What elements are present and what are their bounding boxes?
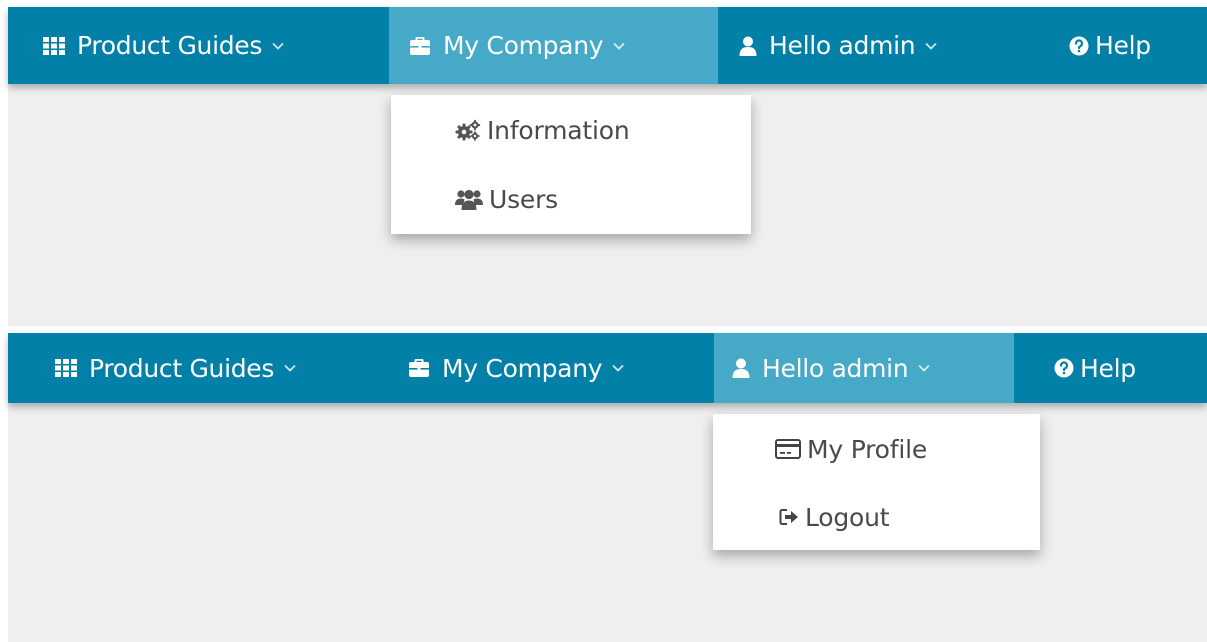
nav-product-guides-label: Product Guides	[89, 353, 275, 383]
bottom-panel: Product Guides My Company Hello admin He…	[8, 333, 1207, 642]
chevron-down-icon	[925, 42, 937, 50]
dropdown-item-logout[interactable]: Logout	[713, 494, 1040, 540]
my-company-dropdown: Information Users	[391, 95, 751, 234]
grid-icon	[55, 359, 77, 377]
user-icon	[739, 36, 757, 56]
chevron-down-icon	[613, 42, 625, 50]
nav-my-company-label: My Company	[442, 353, 603, 383]
nav-hello-admin-label: Hello admin	[769, 31, 916, 60]
nav-my-company[interactable]: My Company	[389, 7, 718, 84]
nav-help[interactable]: Help	[1054, 333, 1136, 403]
dropdown-item-my-profile[interactable]: My Profile	[713, 426, 1040, 472]
nav-product-guides[interactable]: Product Guides	[43, 7, 285, 84]
top-panel: Product Guides My Company Hello admin He…	[8, 7, 1207, 326]
grid-icon	[43, 36, 65, 55]
id-card-icon	[775, 439, 801, 459]
dropdown-item-logout-label: Logout	[805, 502, 890, 532]
dropdown-item-users[interactable]: Users	[391, 177, 751, 221]
question-circle-icon	[1054, 358, 1074, 378]
dropdown-item-my-profile-label: My Profile	[807, 434, 928, 464]
nav-product-guides[interactable]: Product Guides	[55, 333, 297, 403]
chevron-down-icon	[918, 364, 930, 372]
dropdown-item-information[interactable]: Information	[391, 108, 751, 152]
nav-help[interactable]: Help	[1069, 7, 1151, 84]
sign-out-icon	[779, 509, 798, 525]
user-icon	[732, 358, 750, 378]
nav-product-guides-label: Product Guides	[77, 31, 263, 60]
nav-hello-admin[interactable]: Hello admin	[714, 333, 1014, 403]
hello-admin-dropdown: My Profile Logout	[713, 414, 1040, 550]
question-circle-icon	[1069, 36, 1089, 55]
briefcase-icon	[409, 359, 429, 377]
bottom-navbar: Product Guides My Company Hello admin He…	[8, 333, 1207, 403]
briefcase-icon	[410, 36, 430, 55]
chevron-down-icon	[284, 364, 296, 372]
chevron-down-icon	[272, 42, 284, 50]
nav-my-company[interactable]: My Company	[408, 333, 625, 403]
dropdown-item-information-label: Information	[487, 115, 630, 145]
nav-my-company-label: My Company	[443, 31, 604, 60]
nav-help-label: Help	[1095, 31, 1151, 60]
dropdown-item-users-label: Users	[489, 184, 559, 214]
nav-hello-admin-label: Hello admin	[762, 353, 909, 383]
cogs-icon	[455, 119, 481, 141]
chevron-down-icon	[612, 364, 624, 372]
nav-hello-admin[interactable]: Hello admin	[739, 7, 938, 84]
nav-help-label: Help	[1080, 353, 1136, 383]
top-navbar: Product Guides My Company Hello admin He…	[8, 7, 1207, 84]
users-icon	[455, 189, 483, 210]
